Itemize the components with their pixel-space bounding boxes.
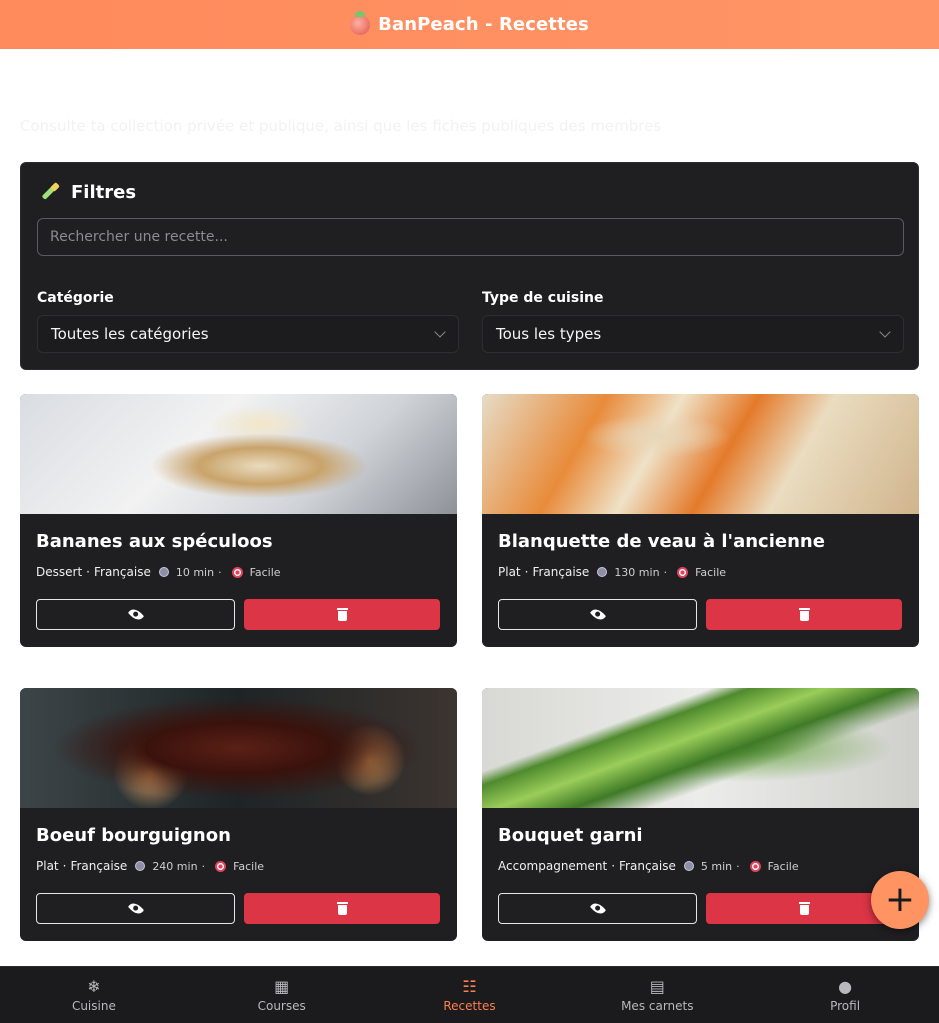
- nav-label: Courses: [257, 998, 306, 1013]
- recipe-difficulty: Facile: [695, 565, 727, 579]
- recipe-cuisine: Française: [532, 565, 590, 579]
- filters-heading-label: Filtres: [71, 181, 137, 203]
- recipe-time: 5 min: [700, 859, 733, 873]
- book-icon: ▤: [649, 977, 665, 996]
- nav-item-carnets[interactable]: ▤ Mes carnets: [563, 967, 751, 1023]
- filters-heading: Filtres: [39, 181, 136, 203]
- timer-icon: [597, 567, 608, 577]
- timer-icon: [158, 567, 169, 577]
- recipe-meta: Plat · Française 130 min · Facile: [498, 565, 727, 579]
- plus-icon: +: [884, 879, 916, 920]
- recipe-cuisine: Française: [619, 859, 676, 873]
- target-icon: [215, 860, 227, 872]
- recipe-title: Bananes aux spéculoos: [36, 531, 273, 552]
- delete-button[interactable]: [244, 893, 440, 924]
- nav-item-profil[interactable]: ● Profil: [751, 967, 939, 1023]
- eye-icon: [589, 606, 606, 623]
- search-input[interactable]: [37, 218, 904, 256]
- recipe-title: Boeuf bourguignon: [36, 825, 231, 846]
- nav-label: Recettes: [443, 998, 496, 1013]
- snowflake-icon: ❄: [87, 977, 101, 996]
- recipe-time: 10 min: [175, 565, 215, 579]
- cash-register-icon: ▦: [274, 977, 290, 996]
- timer-icon: [683, 861, 694, 871]
- chevron-down-icon: [879, 326, 891, 338]
- recipe-card: Boeuf bourguignon Plat · Française 240 min…: [20, 688, 457, 941]
- recipe-category: Dessert: [36, 565, 83, 579]
- recipe-image[interactable]: [482, 688, 919, 808]
- add-recipe-button[interactable]: +: [871, 871, 929, 929]
- recipe-time: 130 min: [614, 565, 660, 579]
- filters-panel: Filtres Catégorie Toutes les catégories …: [20, 162, 919, 370]
- recipe-meta: Plat · Française 240 min · Facile: [36, 859, 265, 873]
- recipe-category: Accompagnement: [498, 859, 608, 873]
- view-button[interactable]: [36, 599, 235, 630]
- nav-label: Profil: [830, 998, 861, 1013]
- recipe-image[interactable]: [20, 394, 457, 514]
- category-label: Catégorie: [37, 290, 114, 306]
- pipette-icon: [39, 181, 61, 203]
- delete-button[interactable]: [244, 599, 440, 630]
- recipe-card: Bananes aux spéculoos Dessert · Française …: [20, 394, 457, 647]
- nav-label: Cuisine: [71, 998, 116, 1013]
- view-button[interactable]: [498, 599, 697, 630]
- page-subtitle: Consulte ta collection privée et publiqu…: [20, 117, 662, 135]
- recipe-time: 240 min: [152, 859, 198, 873]
- recipe-cuisine: Française: [93, 565, 151, 579]
- trash-icon: [336, 608, 348, 621]
- nav-item-courses[interactable]: ▦ Courses: [188, 967, 376, 1023]
- delete-button[interactable]: [706, 599, 902, 630]
- nav-item-cuisine[interactable]: ❄ Cuisine: [0, 967, 188, 1023]
- recipe-meta: Accompagnement · Française 5 min · Facile: [498, 859, 799, 873]
- recipe-difficulty: Facile: [767, 859, 799, 873]
- recipe-category: Plat: [498, 565, 521, 579]
- recipe-image[interactable]: [482, 394, 919, 514]
- view-button[interactable]: [36, 893, 235, 924]
- page-title: Recettes: [20, 72, 154, 103]
- timer-icon: [135, 861, 146, 871]
- recipe-title: Bouquet garni: [498, 825, 643, 846]
- eye-icon: [127, 606, 144, 623]
- cuisine-label: Type de cuisine: [482, 290, 604, 306]
- recipe-image[interactable]: [20, 688, 457, 808]
- category-select-value: Toutes les catégories: [51, 325, 209, 343]
- recipe-difficulty: Facile: [249, 565, 281, 579]
- recipe-card: Bouquet garni Accompagnement · Française 5…: [482, 688, 919, 941]
- trash-icon: [336, 902, 348, 915]
- app-header: BanPeach - Recettes: [0, 0, 939, 49]
- nav-item-recettes[interactable]: ☷ Recettes: [376, 967, 564, 1023]
- recipe-meta: Dessert · Française 10 min · Facile: [36, 565, 281, 579]
- user-icon: ●: [838, 977, 853, 996]
- eye-icon: [127, 900, 144, 917]
- peach-logo-icon: [350, 10, 371, 35]
- target-icon: [749, 860, 761, 872]
- target-icon: [231, 566, 243, 578]
- target-icon: [677, 566, 689, 578]
- recipe-title: Blanquette de veau à l'ancienne: [498, 531, 825, 552]
- view-button[interactable]: [498, 893, 697, 924]
- chevron-down-icon: [434, 326, 446, 338]
- bottom-nav: ❄ Cuisine ▦ Courses ☷ Recettes ▤ Mes car…: [0, 966, 939, 1023]
- eye-icon: [589, 900, 606, 917]
- cuisine-select[interactable]: Tous les types: [482, 315, 904, 353]
- trash-icon: [798, 902, 810, 915]
- recipe-card: Blanquette de veau à l'ancienne Plat · Fra…: [482, 394, 919, 647]
- trash-icon: [798, 608, 810, 621]
- cuisine-select-value: Tous les types: [496, 325, 602, 343]
- nav-label: Mes carnets: [621, 998, 694, 1013]
- category-select[interactable]: Toutes les catégories: [37, 315, 459, 353]
- recipes-icon: ☷: [462, 977, 477, 996]
- app-title: BanPeach - Recettes: [378, 14, 589, 35]
- recipe-category: Plat: [36, 859, 59, 873]
- recipe-difficulty: Facile: [233, 859, 265, 873]
- recipe-cuisine: Française: [70, 859, 128, 873]
